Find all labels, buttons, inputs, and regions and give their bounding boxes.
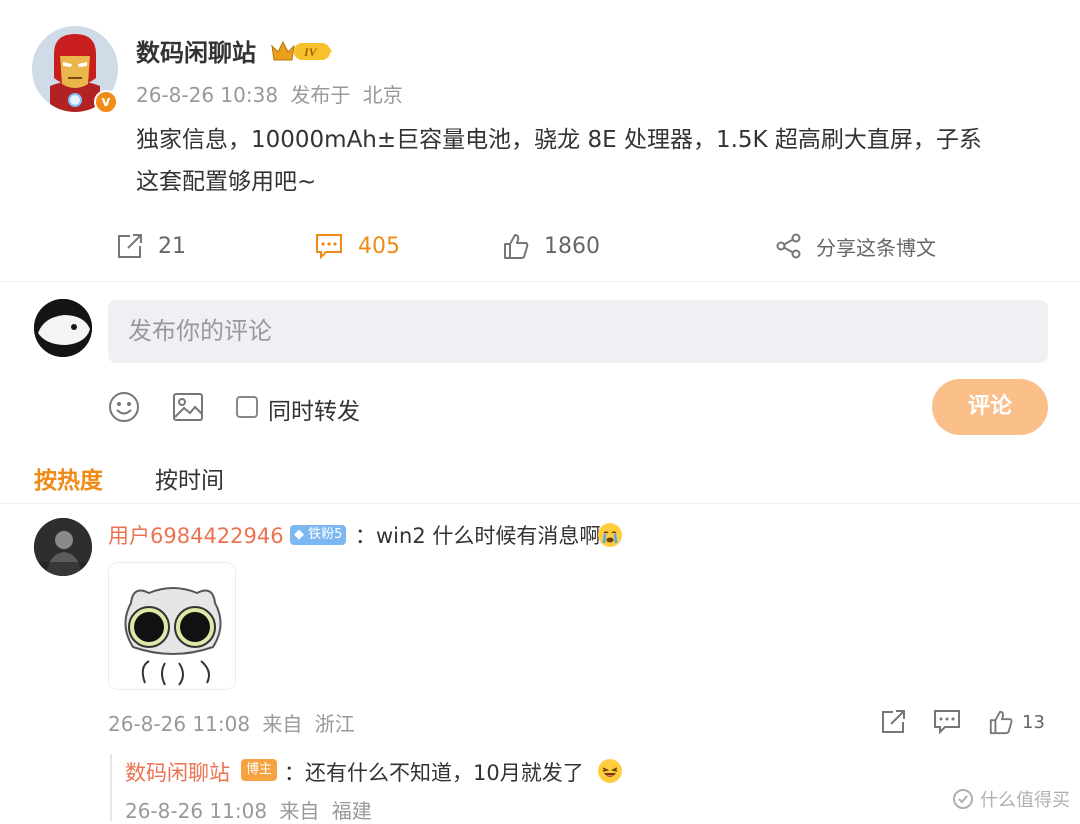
crown-level-icon: IV (271, 40, 332, 61)
comment-count: 405 (358, 233, 400, 259)
comment-text: ：win2 什么时候有消息啊 (355, 520, 600, 550)
repost-count: 21 (158, 233, 186, 259)
repost-icon (882, 710, 905, 733)
tab-sort-by-time[interactable]: 按时间 (155, 461, 224, 495)
reply-location: 福建 (331, 799, 372, 823)
post-published-label: 发布于 (290, 83, 351, 107)
comment-input[interactable]: 发布你的评论 (108, 300, 1048, 363)
emoji-icon[interactable] (107, 390, 141, 424)
image-icon[interactable] (171, 390, 205, 424)
submit-comment-button[interactable]: 评论 (932, 379, 1048, 435)
post-meta: 26-8-26 10:38 发布于 北京 (136, 79, 409, 108)
thumbs-up-icon (504, 234, 529, 259)
watermark-logo-icon (953, 789, 973, 809)
post-location: 北京 (362, 83, 403, 107)
reply-thread-line (110, 754, 112, 821)
repost-checkbox[interactable] (236, 396, 258, 418)
fan-level-badge: ◆ 铁粉5 (290, 525, 347, 545)
fan-level-label: 铁粉5 (308, 527, 343, 542)
level-label: IV (303, 45, 318, 59)
comment-reply-button[interactable] (933, 708, 961, 736)
comment-button[interactable]: 405 (314, 228, 400, 264)
comment-username[interactable]: 用户6984422946 (108, 520, 284, 550)
commenter-avatar[interactable] (34, 518, 92, 576)
comment-date: 26-8-26 11:08 (108, 712, 251, 736)
repost-button[interactable]: 21 (116, 228, 186, 264)
crying-face-icon (598, 523, 622, 547)
like-button[interactable]: 1860 (502, 228, 600, 264)
comment-icon (316, 234, 342, 260)
reply-body: ：还有什么不知道，10月就发了 (284, 761, 584, 785)
laughing-face-icon (598, 759, 622, 783)
section-divider (0, 503, 1080, 504)
thumbs-up-icon (989, 710, 1013, 735)
panda-avatar-icon (34, 299, 92, 357)
share-label: 分享这条博文 (816, 235, 936, 260)
current-user-avatar[interactable] (34, 299, 92, 357)
owner-badge: 博主 (241, 759, 278, 781)
repost-checkbox-label[interactable]: 同时转发 (268, 392, 360, 426)
post-author-name[interactable]: 数码闲聊站 (136, 33, 256, 68)
repost-icon (118, 234, 142, 258)
like-count: 1860 (544, 233, 600, 259)
share-button[interactable]: 分享这条博文 (776, 228, 936, 264)
reply-meta: 26-8-26 11:08 来自 福建 (125, 795, 378, 824)
verified-badge: v (94, 90, 118, 114)
reply-from-label: 来自 (279, 799, 320, 823)
comment-repost-button[interactable] (880, 708, 908, 736)
watermark-text: 什么值得买 (980, 790, 1070, 811)
post-body: 独家信息，10000mAh±巨容量电池，骁龙 8E 处理器，1.5K 超高刷大直… (136, 127, 982, 195)
comment-location: 浙江 (314, 712, 355, 736)
photo-avatar-icon (34, 518, 92, 576)
comment-meta: 26-8-26 11:08 来自 浙江 (108, 708, 361, 737)
watermark: 什么值得买 (952, 786, 1070, 812)
comment-body: ：win2 什么时候有消息啊 (355, 524, 601, 548)
reply-username[interactable]: 数码闲聊站 (125, 757, 230, 787)
post-date[interactable]: 26-8-26 10:38 (136, 83, 278, 107)
comment-like-button[interactable]: 13 (988, 708, 1045, 736)
comment-like-count: 13 (1022, 711, 1045, 733)
section-divider (0, 281, 1080, 282)
comment-icon (934, 710, 960, 735)
share-icon (776, 233, 801, 259)
cat-sticker-icon (109, 563, 235, 689)
tab-sort-by-hot[interactable]: 按热度 (34, 461, 103, 495)
comment-from-label: 来自 (262, 712, 303, 736)
reply-date: 26-8-26 11:08 (125, 799, 268, 823)
comment-sticker-image[interactable] (108, 562, 236, 690)
diamond-icon: ◆ (294, 527, 304, 542)
